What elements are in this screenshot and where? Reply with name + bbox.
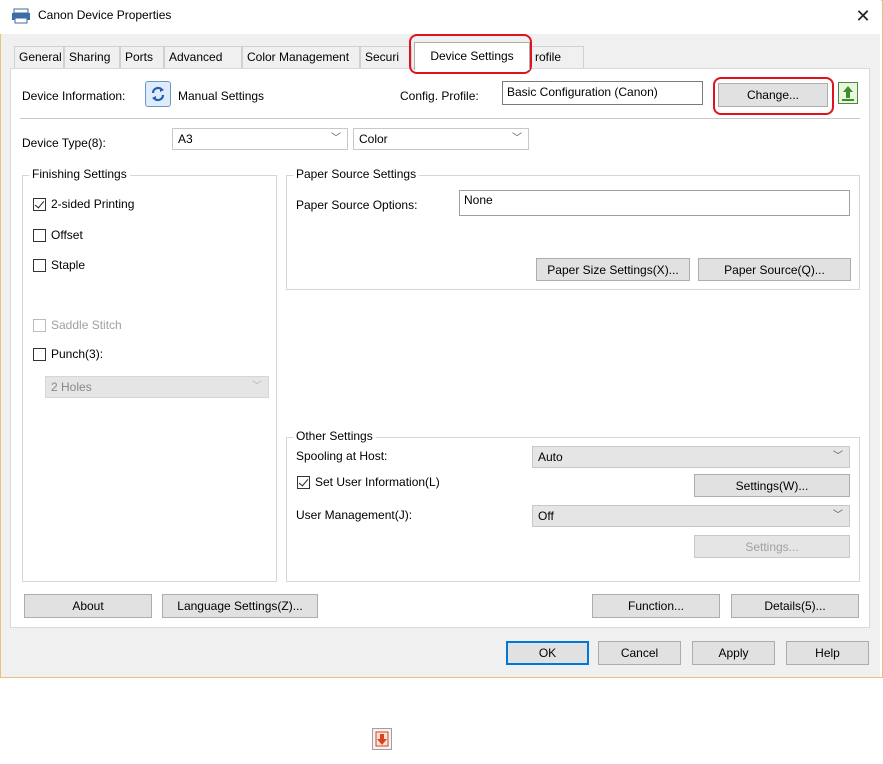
printer-icon <box>11 8 31 24</box>
paper-source-options-field[interactable]: None <box>459 190 850 216</box>
cancel-button[interactable]: Cancel <box>598 641 681 665</box>
paper-source-title: Paper Source Settings <box>293 167 420 181</box>
punch-checkbox[interactable] <box>33 348 46 361</box>
offset-checkbox[interactable] <box>33 229 46 242</box>
close-icon[interactable]: ✕ <box>853 6 873 27</box>
chevron-down-icon: ﹀ <box>833 510 843 521</box>
two-sided-checkbox[interactable] <box>33 198 46 211</box>
staple-label[interactable]: Staple <box>51 258 85 272</box>
set-user-info-checkbox[interactable] <box>297 476 310 489</box>
divider <box>20 118 860 119</box>
spooling-label: Spooling at Host: <box>296 449 388 463</box>
tab-profile[interactable]: rofile <box>530 46 584 68</box>
config-profile-field: Basic Configuration (Canon) <box>502 81 703 105</box>
apply-button[interactable]: Apply <box>692 641 775 665</box>
user-management-label: User Management(J): <box>296 508 413 522</box>
import-icon[interactable] <box>372 728 392 750</box>
two-sided-label[interactable]: 2-sided Printing <box>51 197 134 211</box>
other-settings-title: Other Settings <box>293 429 376 443</box>
device-type-label: Device Type(8): <box>22 136 106 150</box>
color-mode-select[interactable]: Color ﹀ <box>353 128 529 150</box>
change-button[interactable]: Change... <box>718 83 828 107</box>
settings-w-button[interactable]: Settings(W)... <box>694 474 850 497</box>
function-button[interactable]: Function... <box>592 594 720 618</box>
chevron-down-icon: ﹀ <box>833 451 843 462</box>
color-mode-value: Color <box>359 132 388 146</box>
device-info-mode: Manual Settings <box>178 89 265 103</box>
spooling-select[interactable]: Auto ﹀ <box>532 446 850 468</box>
punch-holes-value: 2 Holes <box>51 380 92 394</box>
tab-general[interactable]: General <box>14 46 64 68</box>
window-title: Canon Device Properties <box>38 8 172 22</box>
tab-device-settings[interactable]: Device Settings <box>414 42 530 70</box>
settings-button[interactable]: Settings... <box>694 535 850 558</box>
device-info-label: Device Information: <box>22 89 126 103</box>
config-profile-label: Config. Profile: <box>400 89 479 103</box>
device-type-value: A3 <box>178 132 193 146</box>
chevron-down-icon: ﹀ <box>252 381 262 392</box>
finishing-settings-title: Finishing Settings <box>29 167 130 181</box>
device-type-select[interactable]: A3 ﹀ <box>172 128 348 150</box>
ok-button[interactable]: OK <box>506 641 589 665</box>
punch-label[interactable]: Punch(3): <box>51 347 103 361</box>
user-management-value: Off <box>538 509 554 523</box>
help-button[interactable]: Help <box>786 641 869 665</box>
offset-label[interactable]: Offset <box>51 228 83 242</box>
saddle-stitch-label: Saddle Stitch <box>51 318 122 332</box>
paper-size-settings-button[interactable]: Paper Size Settings(X)... <box>536 258 690 281</box>
paper-source-button[interactable]: Paper Source(Q)... <box>698 258 851 281</box>
set-user-info-label[interactable]: Set User Information(L) <box>315 475 440 489</box>
chevron-down-icon: ﹀ <box>331 133 341 144</box>
staple-checkbox[interactable] <box>33 259 46 272</box>
user-management-select[interactable]: Off ﹀ <box>532 505 850 527</box>
saddle-stitch-checkbox[interactable] <box>33 319 46 332</box>
refresh-icon[interactable] <box>145 81 171 107</box>
details-button[interactable]: Details(5)... <box>731 594 859 618</box>
tab-security[interactable]: Securi <box>360 46 412 68</box>
punch-holes-select[interactable]: 2 Holes ﹀ <box>45 376 269 398</box>
spooling-value: Auto <box>538 450 563 464</box>
about-button[interactable]: About <box>24 594 152 618</box>
paper-source-options-label: Paper Source Options: <box>296 198 418 212</box>
language-settings-button[interactable]: Language Settings(Z)... <box>162 594 318 618</box>
chevron-down-icon: ﹀ <box>512 133 522 144</box>
tab-sharing[interactable]: Sharing <box>64 46 120 68</box>
tab-color-management[interactable]: Color Management <box>242 46 360 68</box>
export-icon[interactable] <box>838 82 858 104</box>
tab-advanced[interactable]: Advanced <box>164 46 242 68</box>
tab-ports[interactable]: Ports <box>120 46 164 68</box>
